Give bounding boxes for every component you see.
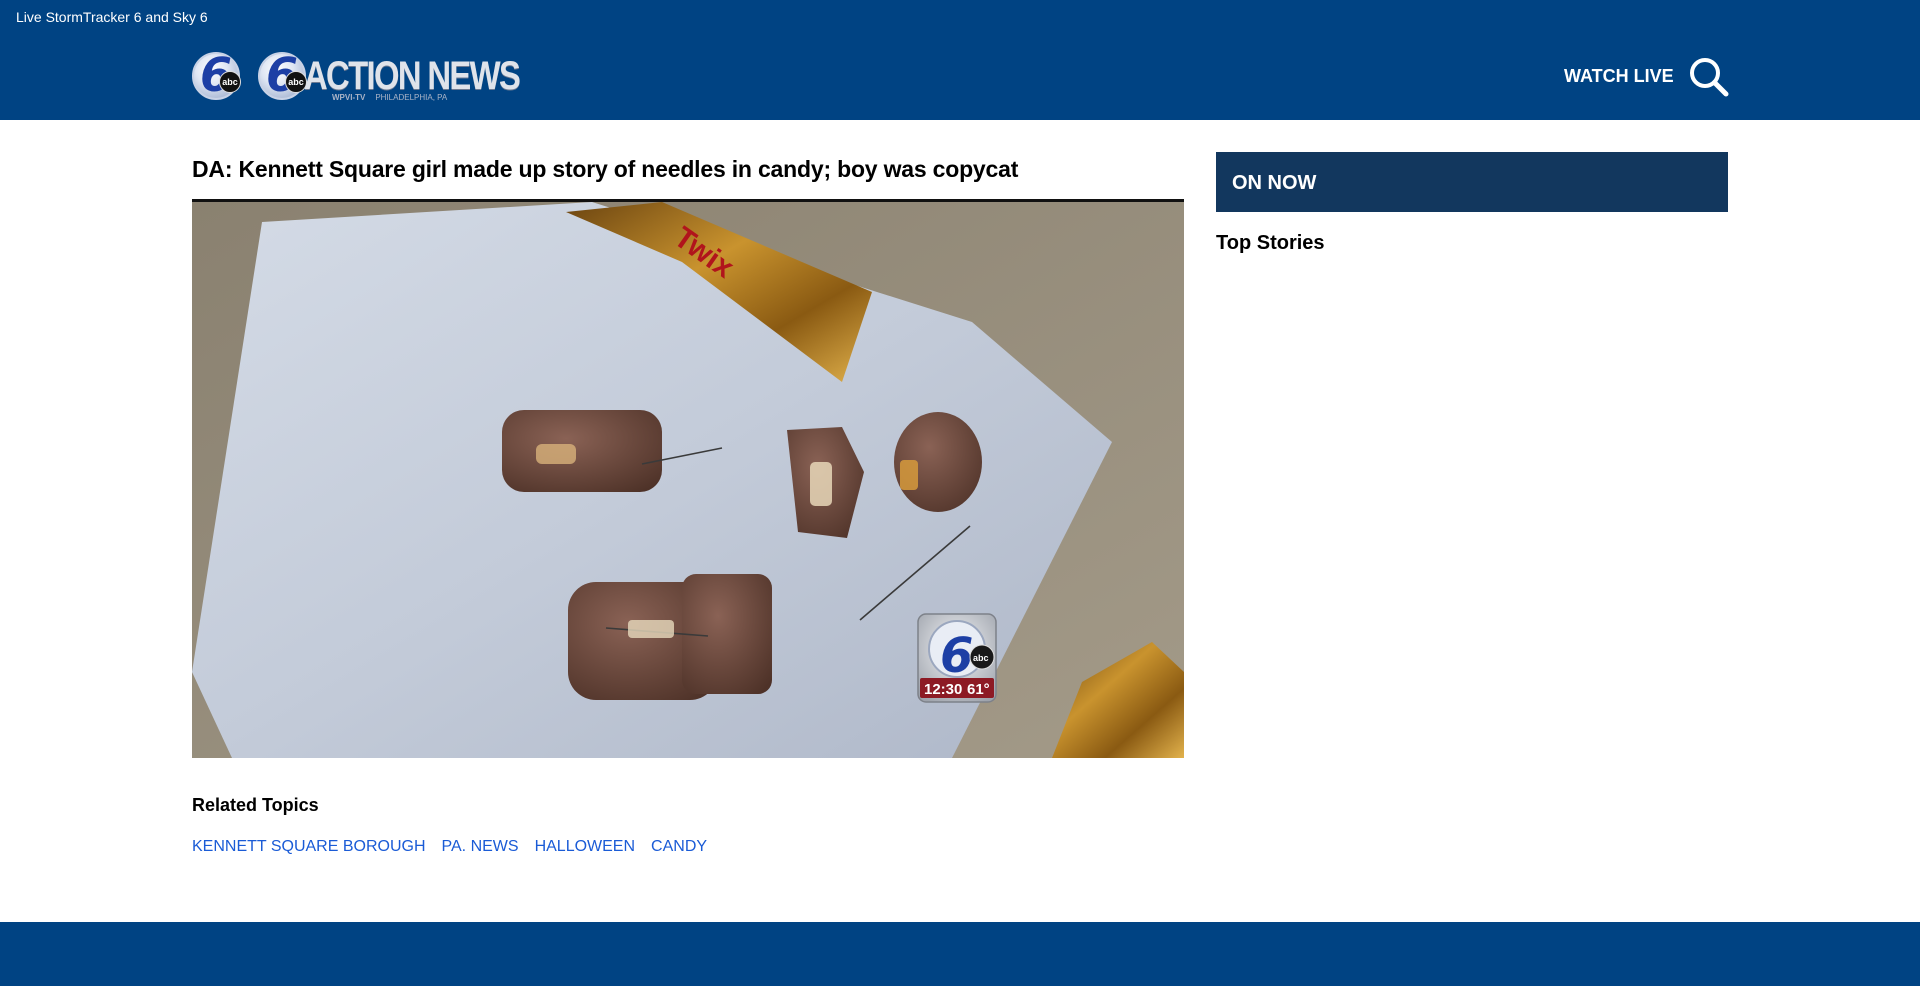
station-tagline: WPVI-TV PHILADELPHIA, PA <box>332 93 447 102</box>
stormtracker-link[interactable]: Live StormTracker 6 and Sky 6 <box>16 9 208 25</box>
article-headline: DA: Kennett Square girl made up story of… <box>192 156 1019 182</box>
top-stories-heading: Top Stories <box>1216 232 1325 254</box>
site-footer <box>0 922 1920 986</box>
topic-link[interactable]: KENNETT SQUARE BOROUGH <box>192 838 426 856</box>
station-bug: 6 abc 12:30 61° <box>917 613 997 703</box>
on-now-header[interactable]: ON NOW <box>1216 152 1728 212</box>
topic-link[interactable]: CANDY <box>651 838 707 856</box>
topic-link[interactable]: PA. NEWS <box>442 838 519 856</box>
related-topics-heading: Related Topics <box>192 795 319 815</box>
action-news-logo[interactable]: 6 abc ACTION NEWS WPVI-TV PHILADELPHIA, P… <box>258 48 521 102</box>
candy-bar-1 <box>502 410 662 492</box>
search-button[interactable] <box>1688 56 1730 98</box>
callsign: WPVI-TV <box>332 93 366 102</box>
topic-link[interactable]: HALLOWEEN <box>535 838 635 856</box>
abc-badge: abc <box>219 71 241 93</box>
candy-needles-image: Twix 6 abc 12:30 61° <box>192 202 1184 758</box>
search-icon <box>1690 58 1729 97</box>
abc6-logo[interactable]: 6 abc <box>192 48 242 102</box>
bug-abc: abc <box>973 653 989 663</box>
bug-time: 12:30 <box>924 681 962 698</box>
related-topics-list: KENNETT SQUARE BOROUGH PA. NEWS HALLOWEE… <box>192 838 707 856</box>
station-location: PHILADELPHIA, PA <box>375 93 448 102</box>
video-player[interactable]: Twix 6 abc 12:30 61° <box>192 202 1184 758</box>
action-news-6-icon: 6 abc <box>258 48 308 102</box>
bug-numeral: 6 <box>940 628 973 684</box>
candy-bar-3 <box>682 574 772 694</box>
watch-live-button[interactable]: WATCH LIVE <box>1564 66 1674 87</box>
site-header: Live StormTracker 6 and Sky 6 6 abc 6 ab… <box>0 0 1920 120</box>
logo-group[interactable]: 6 abc 6 abc ACTION NEWS WPVI-TV PHILADELP… <box>192 48 521 102</box>
bug-temperature: 61° <box>967 681 990 698</box>
